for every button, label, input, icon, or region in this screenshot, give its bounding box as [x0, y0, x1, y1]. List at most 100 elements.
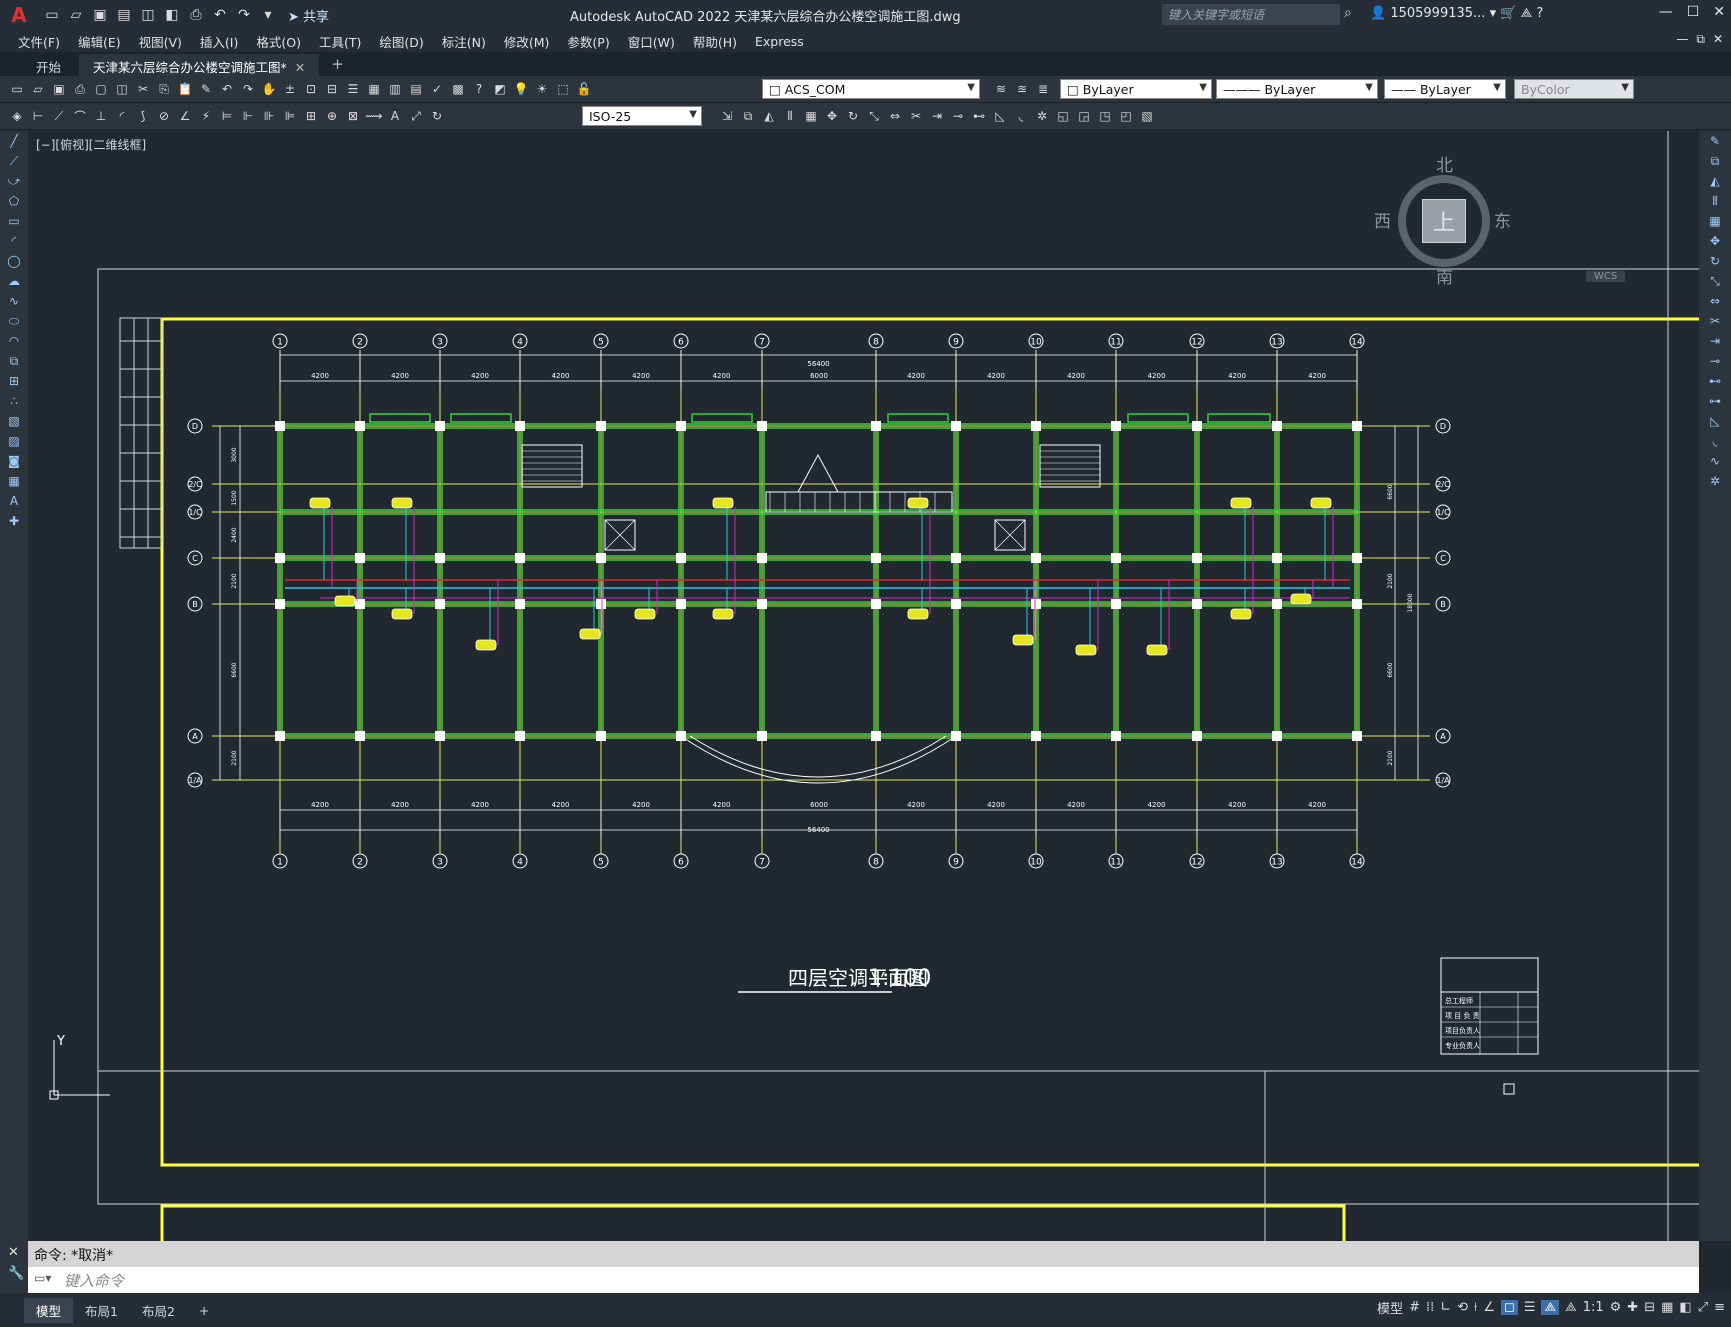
menu-draw[interactable]: 绘图(D): [379, 32, 423, 51]
layer-states-icon[interactable]: ≣: [1034, 80, 1052, 98]
viewcube-top-face[interactable]: 上: [1422, 199, 1466, 243]
bring-front-icon[interactable]: ◲: [1075, 107, 1093, 125]
command-recent-icon[interactable]: ▭▾: [34, 1271, 51, 1285]
plotstyle-dropdown[interactable]: ByColor ▼: [1514, 79, 1634, 99]
grid-icon[interactable]: #: [1409, 1300, 1420, 1315]
fillet-r-icon[interactable]: ◟: [1699, 431, 1731, 451]
annotation-monitor-icon[interactable]: ✚: [1627, 1300, 1638, 1315]
hatch-icon[interactable]: ▧: [0, 411, 28, 431]
line-icon[interactable]: ╱: [0, 131, 28, 151]
break-point-icon[interactable]: ⊸: [949, 107, 967, 125]
menu-format[interactable]: 格式(O): [256, 32, 301, 51]
chamfer-r-icon[interactable]: ◺: [1699, 411, 1731, 431]
tool-palettes-icon[interactable]: ▥: [386, 80, 404, 98]
doc-close-icon[interactable]: ✕: [1713, 32, 1723, 47]
print-icon[interactable]: ⎙: [71, 80, 89, 98]
tab-drawing[interactable]: 天津某六层综合办公楼空调施工图* ✕: [79, 54, 320, 76]
dimtedit-icon[interactable]: ⤢: [407, 107, 425, 125]
arc-length-icon[interactable]: ⌒: [71, 107, 89, 125]
menu-edit[interactable]: 编辑(E): [78, 32, 121, 51]
array-r-icon[interactable]: ▦: [1699, 211, 1731, 231]
compass-east[interactable]: 东: [1494, 207, 1511, 232]
blend-icon[interactable]: ∿: [1699, 451, 1731, 471]
layer-previous-icon[interactable]: ≊: [1013, 80, 1031, 98]
tab-close-icon[interactable]: ✕: [295, 60, 305, 75]
customize-icon[interactable]: ≡: [1714, 1300, 1725, 1315]
jog-line-icon[interactable]: ⟿: [365, 107, 383, 125]
isodraft-icon[interactable]: ⟊: [1474, 1300, 1477, 1315]
layer-on-icon[interactable]: 💡: [512, 80, 530, 98]
workspace-gear-icon[interactable]: ⚙: [1610, 1300, 1622, 1315]
break-r-icon[interactable]: ⊸: [1699, 351, 1731, 371]
break-at-point-icon[interactable]: ⊷: [1699, 371, 1731, 391]
trim-r-icon[interactable]: ✂: [1699, 311, 1731, 331]
save-tb-icon[interactable]: ▣: [50, 80, 68, 98]
ellipse-icon[interactable]: ⬭: [0, 311, 28, 331]
design-center-icon[interactable]: ▦: [365, 80, 383, 98]
center-mark-icon[interactable]: ⊕: [323, 107, 341, 125]
lineweight-toggle-icon[interactable]: ☰: [1524, 1300, 1536, 1315]
object-snap-icon[interactable]: ◻: [1501, 1300, 1518, 1315]
dim-style-icon[interactable]: ◈: [8, 107, 26, 125]
wcs-menu[interactable]: WCS: [1586, 271, 1626, 282]
circle-icon[interactable]: ◯: [0, 251, 28, 271]
search-input[interactable]: 键入关键字或短语: [1162, 4, 1340, 25]
linetype-dropdown[interactable]: ——— ByLayer ▼: [1216, 79, 1378, 99]
rotate-r-icon[interactable]: ↻: [1699, 251, 1731, 271]
menu-tools[interactable]: 工具(T): [319, 32, 361, 51]
stretch-r-icon[interactable]: ⇔: [1699, 291, 1731, 311]
viewport-controls[interactable]: [−][俯视][二维线框]: [36, 136, 146, 153]
move-icon[interactable]: ✥: [823, 107, 841, 125]
qnew-icon[interactable]: ▭: [8, 80, 26, 98]
copy-icon[interactable]: ⎘: [155, 80, 173, 98]
calculator-icon[interactable]: ▩: [449, 80, 467, 98]
menu-view[interactable]: 视图(V): [139, 32, 182, 51]
command-input[interactable]: ▭▾ 键入命令: [28, 1267, 1699, 1293]
array-icon[interactable]: ▦: [802, 107, 820, 125]
drawing-canvas[interactable]: [−][俯视][二维线框] 1 1 2 2 3 3 4 4 5 5 6 6 7 7 8 8 9 9 10 10 11 11…: [28, 131, 1699, 1241]
spline-icon[interactable]: ∿: [0, 291, 28, 311]
annotation-scale[interactable]: 1:1: [1583, 1300, 1604, 1315]
menu-help[interactable]: 帮助(H): [693, 32, 737, 51]
arc-icon[interactable]: ◜: [0, 231, 28, 251]
help-icon[interactable]: ?: [1536, 6, 1543, 21]
layer-viewport-icon[interactable]: ⬚: [554, 80, 572, 98]
join-r-icon[interactable]: ⊶: [1699, 391, 1731, 411]
make-block-icon[interactable]: ⊞: [0, 371, 28, 391]
preview-icon[interactable]: ▢: [92, 80, 110, 98]
draw-order-icon[interactable]: ◱: [1054, 107, 1072, 125]
inspect-icon[interactable]: ⊠: [344, 107, 362, 125]
sheet-set-icon[interactable]: ▤: [407, 80, 425, 98]
publish-icon[interactable]: ◫: [113, 80, 131, 98]
add-selected-icon[interactable]: ✚: [0, 511, 28, 531]
revcloud-icon[interactable]: ☁: [0, 271, 28, 291]
layer-lock-icon[interactable]: 🔓: [575, 80, 593, 98]
units-icon[interactable]: ⊟: [1644, 1300, 1655, 1315]
layer-properties-icon[interactable]: ◩: [491, 80, 509, 98]
object-snap-tracking-icon[interactable]: ∠: [1483, 1300, 1495, 1315]
undo-tb-icon[interactable]: ↶: [218, 80, 236, 98]
rotate-icon[interactable]: ↻: [844, 107, 862, 125]
menu-modify[interactable]: 修改(M): [504, 32, 550, 51]
tab-start[interactable]: 开始: [22, 54, 75, 76]
make-current-icon[interactable]: ≋: [992, 80, 1010, 98]
tolerance-icon[interactable]: ⊞: [302, 107, 320, 125]
menu-file[interactable]: 文件(F): [18, 32, 60, 51]
trim-icon[interactable]: ✂: [907, 107, 925, 125]
extend-icon[interactable]: ⇥: [928, 107, 946, 125]
undo-icon[interactable]: ↶: [210, 5, 230, 25]
text-front-icon[interactable]: ◰: [1117, 107, 1135, 125]
explode-r-icon[interactable]: ✲: [1699, 471, 1731, 491]
offset-icon[interactable]: ⫴: [781, 107, 799, 125]
copy-mod-icon[interactable]: ⧉: [739, 107, 757, 125]
fullscreen-icon[interactable]: ⤢: [1698, 1300, 1708, 1315]
save-as-icon[interactable]: ▤: [114, 5, 134, 25]
menu-dimension[interactable]: 标注(N): [442, 32, 486, 51]
save-icon[interactable]: ▣: [90, 5, 110, 25]
insert-block-icon[interactable]: ⧉: [0, 351, 28, 371]
point-icon[interactable]: ∴: [0, 391, 28, 411]
table-icon[interactable]: ▦: [0, 471, 28, 491]
ordinate-icon[interactable]: ⊥: [92, 107, 110, 125]
open-web-icon[interactable]: ◫: [138, 5, 158, 25]
erase-icon[interactable]: ✎: [1699, 131, 1731, 151]
